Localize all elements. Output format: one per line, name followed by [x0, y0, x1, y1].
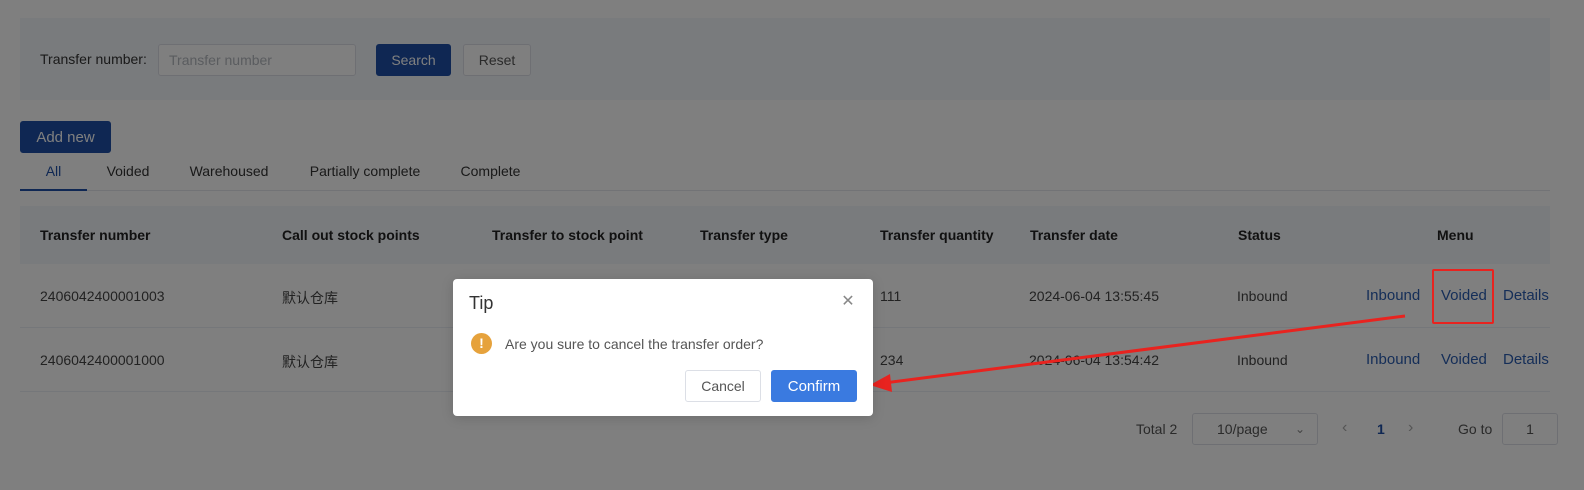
- confirm-dialog: Tip ✕ ! Are you sure to cancel the trans…: [453, 279, 873, 416]
- dialog-message: Are you sure to cancel the transfer orde…: [505, 336, 764, 352]
- warning-icon: !: [471, 333, 492, 354]
- cancel-button[interactable]: Cancel: [685, 370, 761, 402]
- dialog-title: Tip: [469, 293, 494, 313]
- confirm-button[interactable]: Confirm: [771, 370, 857, 402]
- annotation-highlight-box: [1432, 269, 1494, 324]
- modal-overlay[interactable]: [0, 0, 1584, 490]
- close-icon[interactable]: ✕: [839, 293, 857, 311]
